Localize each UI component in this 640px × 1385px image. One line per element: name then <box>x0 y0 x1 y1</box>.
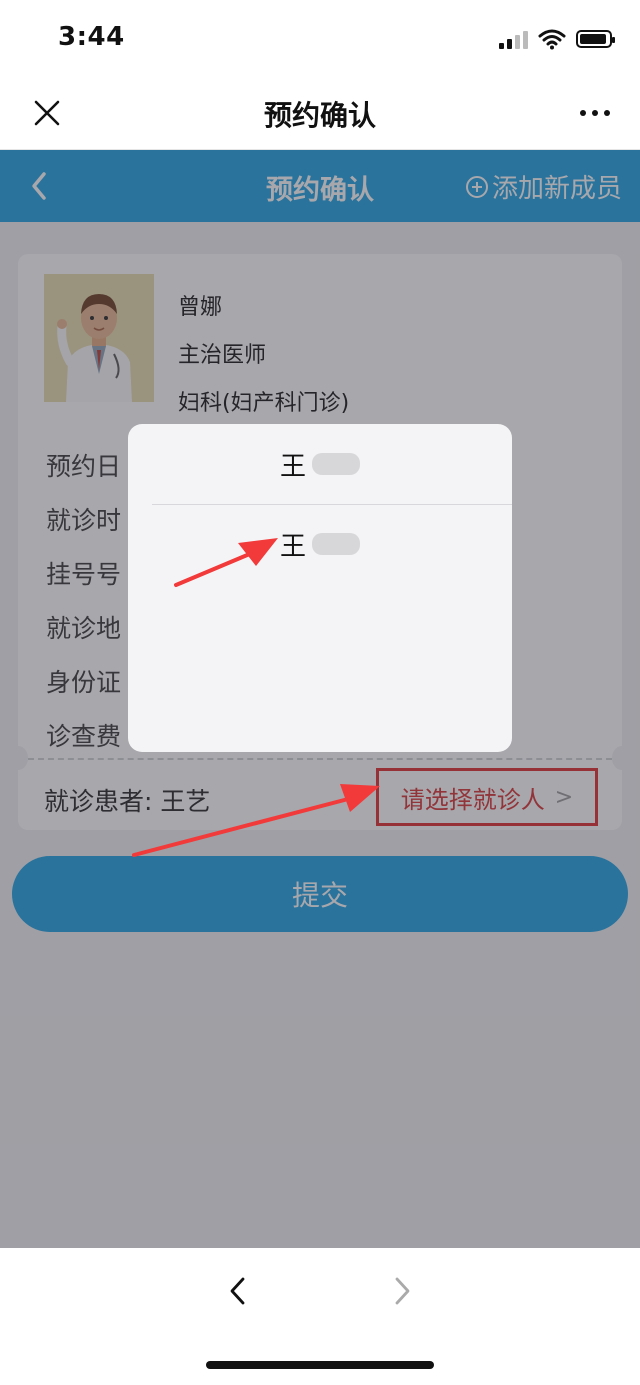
redacted-text <box>312 533 360 555</box>
redacted-text <box>312 453 360 475</box>
wifi-icon <box>538 29 566 50</box>
patient-option[interactable]: 王 <box>128 504 512 584</box>
home-indicator <box>206 1361 434 1369</box>
status-icons <box>499 28 615 50</box>
chevron-left-icon[interactable] <box>228 1276 248 1306</box>
status-time: 3:44 <box>58 22 125 52</box>
webview-title: 预约确认 <box>263 99 376 132</box>
patient-option-text: 王 <box>279 531 306 562</box>
bottom-nav-bar <box>0 1248 640 1385</box>
patient-option[interactable]: 王 <box>128 424 512 504</box>
battery-icon <box>576 30 615 48</box>
battery-fill <box>580 34 606 44</box>
webview-title-bar: 预约确认 <box>0 80 640 150</box>
patient-picker-dialog: 王 王 <box>128 424 512 752</box>
signal-icon <box>499 29 528 49</box>
more-icon[interactable] <box>580 110 610 116</box>
status-bar: 3:44 <box>0 0 640 80</box>
chevron-right-icon[interactable] <box>392 1276 412 1306</box>
patient-option-text: 王 <box>279 451 306 482</box>
